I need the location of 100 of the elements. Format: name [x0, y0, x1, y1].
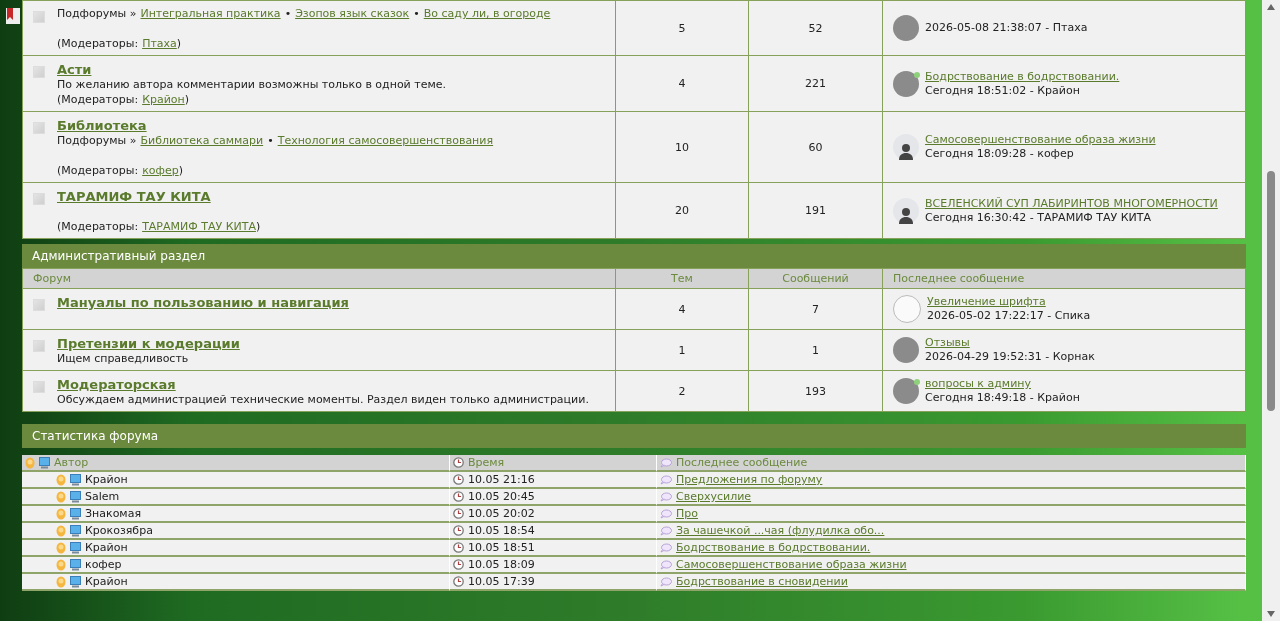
user-icon: [56, 507, 66, 520]
post-time: 10.05 18:54: [468, 524, 535, 537]
user-icon: [56, 575, 66, 588]
moderators-label: (Модераторы:: [57, 37, 139, 51]
closing-parenthesis: ): [178, 164, 183, 178]
moderators-label: (Модераторы:: [57, 220, 139, 234]
computer-icon: [70, 558, 81, 571]
computer-icon: [70, 507, 81, 520]
author-name: Крайон: [85, 473, 128, 486]
computer-icon: [70, 490, 81, 503]
forum-title-link[interactable]: Асти: [57, 62, 446, 77]
author-name: Крайон: [85, 575, 128, 588]
scrollbar-thumb[interactable]: [1267, 170, 1275, 411]
user-icon: [25, 456, 35, 469]
subforums-label: Подфорумы »: [57, 7, 137, 21]
last-post-link[interactable]: Увеличение шрифта: [927, 295, 1091, 308]
topic-count: 2: [678, 384, 686, 398]
forum-title-link[interactable]: Модераторская: [57, 377, 589, 392]
last-post-meta: Сегодня 18:09:28 - кофер: [925, 147, 1075, 161]
last-post-link[interactable]: Самосовершенствование образа жизни: [925, 133, 1156, 146]
topic-link[interactable]: За чашечкой ...чая (флудилка обо...: [676, 524, 885, 537]
forum-description: Обсуждаем администрацией технические моменты. Раздел виден только администрации.: [57, 393, 589, 407]
scroll-down-icon[interactable]: [1267, 611, 1275, 617]
last-post-meta: Сегодня 16:30:42 - ТАРАМИФ ТАУ КИТА: [925, 210, 1153, 225]
subforum-link[interactable]: Интегральная практика: [140, 7, 281, 21]
computer-icon: [70, 575, 81, 588]
scroll-up-icon[interactable]: [1267, 4, 1275, 10]
forum-title-link[interactable]: Претензии к модерации: [57, 336, 240, 351]
post-time: 10.05 20:02: [468, 507, 535, 520]
computer-icon: [39, 456, 50, 469]
forum-description: По желанию автора комментарии возможны только в одной теме.: [57, 78, 446, 92]
subforum-link[interactable]: Эзопов язык сказок: [295, 7, 410, 21]
topic-count: 5: [678, 21, 686, 35]
forum-read-icon: [33, 66, 45, 78]
last-post-link[interactable]: ВСЕЛЕНСКИЙ СУП ЛАБИРИНТОВ МНОГОМЕРНОСТИ: [925, 196, 1218, 210]
closing-parenthesis: ): [176, 37, 182, 51]
speech-bubble-icon: [660, 457, 672, 468]
subforum-link[interactable]: Библиотека саммари: [140, 134, 264, 148]
user-icon: [56, 541, 66, 554]
computer-icon: [70, 473, 81, 486]
last-post-meta: Сегодня 18:49:18 - Крайон: [925, 391, 1080, 405]
post-count: 191: [805, 204, 826, 217]
last-post-link[interactable]: Отзывы: [925, 336, 1095, 349]
section-header: Статистика форума: [22, 424, 1246, 448]
forum-title-link[interactable]: Мануалы по пользованию и навигация: [57, 295, 349, 310]
last-post-link[interactable]: Бодрствование в бодрствовании.: [925, 69, 1120, 83]
last-post-meta: 2026-05-08 21:38:07 - Птаха: [925, 21, 1088, 35]
column-header: Время: [468, 456, 505, 469]
post-time: 10.05 21:16: [468, 473, 535, 486]
author-name: Salem: [85, 490, 120, 503]
topic-link[interactable]: Про: [676, 507, 698, 520]
separator-bullet: •: [267, 134, 274, 148]
column-header: Последнее сообщение: [883, 268, 1245, 288]
separator-bullet: •: [284, 7, 292, 21]
separator-bullet: •: [413, 7, 420, 21]
column-header: Автор: [54, 456, 89, 469]
topic-link[interactable]: Предложения по форуму: [676, 473, 823, 486]
forum-read-icon: [33, 299, 45, 311]
moderator-link[interactable]: Птаха: [142, 37, 177, 51]
post-time: 10.05 18:51: [468, 541, 535, 554]
forum-description: Ищем справедливость: [57, 352, 190, 366]
subforums-label: Подфорумы »: [57, 134, 137, 148]
column-header: Сообщений: [749, 268, 883, 288]
bookmark-icon[interactable]: [6, 8, 20, 24]
author-name: Знакомая: [85, 507, 141, 520]
closing-parenthesis: ): [255, 220, 261, 234]
forum-title-link[interactable]: Библиотека: [57, 118, 494, 133]
online-dot: [914, 71, 920, 78]
user-icon: [56, 490, 66, 503]
author-name: Крокозябра: [85, 524, 153, 537]
forum-read-icon: [33, 122, 45, 134]
topic-count: 10: [675, 140, 689, 154]
moderator-link[interactable]: Крайон: [142, 93, 185, 107]
user-icon: [56, 524, 66, 537]
column-header: Тем: [616, 268, 749, 288]
computer-icon: [70, 541, 81, 554]
scrollbar[interactable]: [1262, 0, 1280, 621]
topic-link[interactable]: Сверхусилие: [676, 490, 752, 503]
post-time: 10.05 17:39: [468, 575, 535, 588]
moderators-label: (Модераторы:: [57, 93, 139, 107]
post-count: 221: [805, 77, 826, 90]
last-post-link[interactable]: вопросы к админу: [925, 377, 1080, 390]
topic-link[interactable]: Бодрствование в сновидении: [676, 575, 848, 588]
section-header: Административный раздел: [22, 244, 1246, 268]
author-name: Крайон: [85, 541, 128, 554]
moderator-link[interactable]: ТАРАМИФ ТАУ КИТА: [142, 220, 256, 234]
last-post-meta: Сегодня 18:51:02 - Крайон: [925, 83, 1081, 98]
forum-title-link[interactable]: ТАРАМИФ ТАУ КИТА: [57, 189, 261, 204]
topic-count: 1: [678, 343, 686, 357]
topic-link[interactable]: Самосовершенствование образа жизни: [676, 558, 907, 571]
post-time: 10.05 20:45: [468, 490, 535, 503]
subforum-link[interactable]: Во саду ли, в огороде: [423, 7, 551, 21]
topic-link[interactable]: Бодрствование в бодрствовании.: [676, 541, 871, 554]
subforum-link[interactable]: Технология самосовершенствования: [277, 134, 494, 148]
user-icon: [56, 558, 66, 571]
online-dot: [914, 379, 920, 385]
post-count: 52: [808, 21, 823, 35]
moderator-link[interactable]: кофер: [142, 164, 179, 178]
post-time: 10.05 18:09: [468, 558, 535, 571]
last-post-meta: 2026-05-02 17:22:17 - Спика: [927, 309, 1091, 323]
